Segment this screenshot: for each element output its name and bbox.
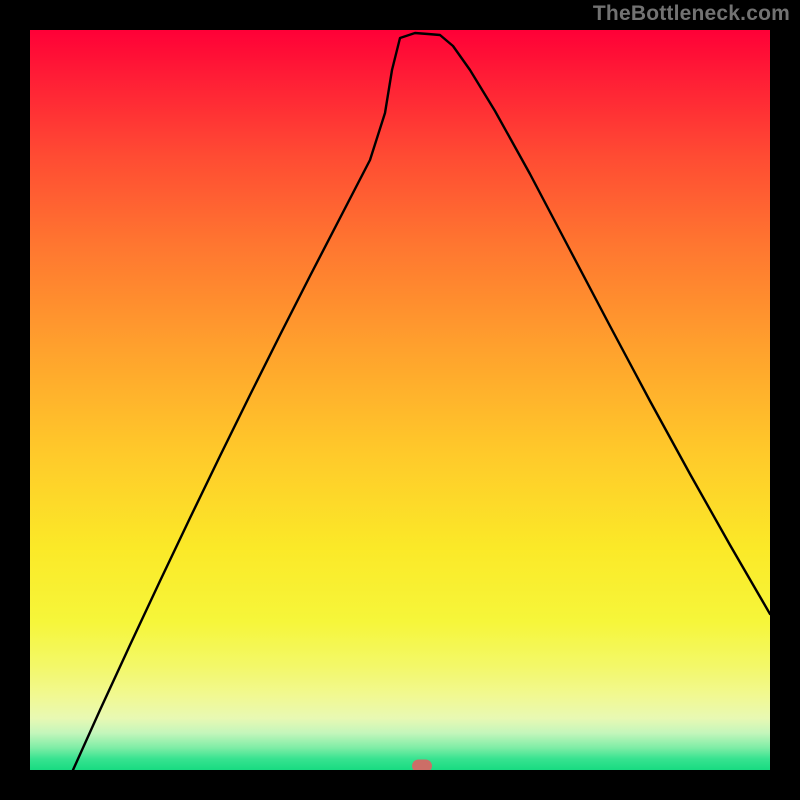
- watermark-text: TheBottleneck.com: [593, 2, 790, 26]
- plot-area: [30, 30, 770, 770]
- optimal-point-marker: [412, 759, 432, 770]
- chart-frame: TheBottleneck.com: [0, 0, 800, 800]
- bottleneck-curve: [30, 30, 770, 770]
